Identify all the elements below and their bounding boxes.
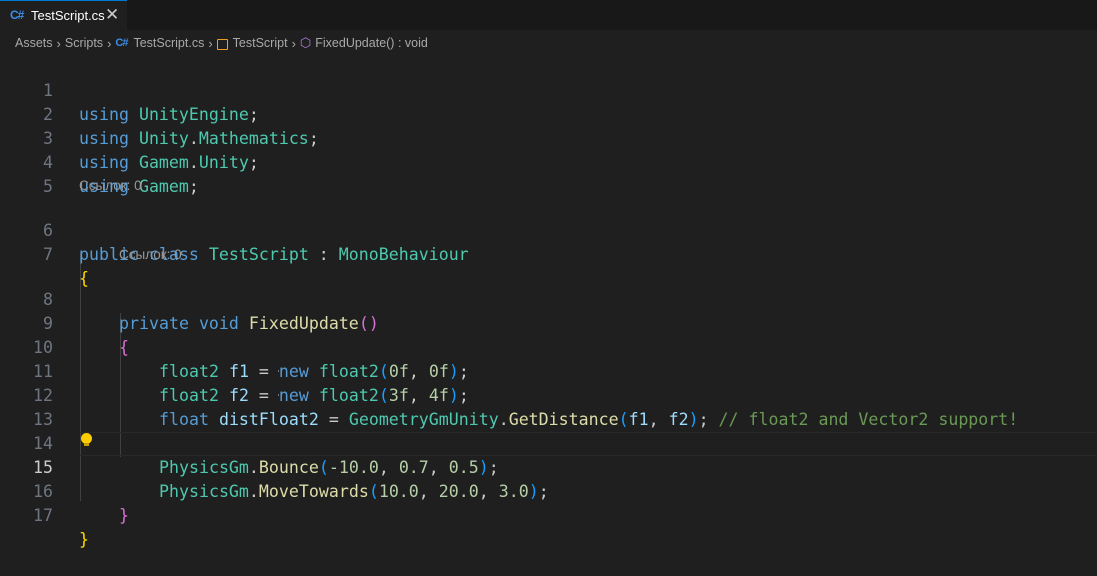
breadcrumb-item-class[interactable]: TestScript [233,36,288,50]
chevron-right-icon: › [208,35,213,51]
code-line: 7 { [0,219,1097,288]
close-icon[interactable]: ✕ [105,5,119,25]
code-line: 17 } [0,480,1097,549]
csharp-file-icon: C# [10,8,24,22]
breadcrumb-item-file[interactable]: TestScript.cs [133,36,204,50]
code-lens-references[interactable]: Ссылок: 0 [79,177,142,195]
code-line: 11 float2 f2 = new float2(3f, 4f); [0,336,1097,405]
code-line: 3 using Gamem.Unity; [0,103,1097,172]
code-line: 4 using Gamem; [0,127,1097,196]
code-line: 8 private void FixedUpdate() [0,264,1097,333]
breadcrumb-item-scripts[interactable]: Scripts [65,36,103,50]
breadcrumb-item-assets[interactable]: Assets [15,36,53,50]
token-bracket: } [119,506,129,525]
line-code: } [79,528,89,552]
token-punct: : [308,245,339,264]
code-editor[interactable]: 1 using UnityEngine; 2 using Unity.Mathe… [0,55,1097,560]
token-namespace: Gamem [138,177,189,196]
line-code: } [119,504,129,528]
code-line-active: 15 PhysicsGm.MoveTowards(10.0, 20.0, 3.0… [0,432,1097,501]
line-number: 17 [33,506,53,525]
token-type: MonoBehaviour [338,245,469,264]
chevron-right-icon: › [56,35,61,51]
tab-bar: C# TestScript.cs ✕ [0,0,1097,30]
chevron-right-icon: › [107,35,112,51]
token-bracket: } [79,530,89,549]
token-type: TestScript [208,245,309,264]
chevron-right-icon: › [291,35,296,51]
class-icon [216,38,228,50]
code-line: 12 float distFloat2 = GeometryGmUnity.Ge… [0,360,1097,429]
method-icon: ⬡ [299,35,312,50]
code-line: 2 using Unity.Mathematics; [0,79,1097,148]
code-line: 1 using UnityEngine; [0,55,1097,124]
code-lens-references[interactable]: Ссылок: 0 [119,246,182,264]
tab-testscript[interactable]: C# TestScript.cs ✕ [0,0,127,30]
code-line: 5 [0,151,1097,196]
csharp-file-icon: C# [115,37,128,49]
code-line: 14 PhysicsGm.Bounce(-10.0, 0.7, 0.5); [0,408,1097,477]
code-line: 10 float2 f1 = new float2(0f, 0f); [0,312,1097,381]
breadcrumb: Assets › Scripts › C# TestScript.cs › Te… [15,34,428,52]
tab-title: TestScript.cs [31,8,105,23]
code-line: 16 } [0,456,1097,525]
token-punct: ; [188,177,199,196]
breadcrumb-item-method[interactable]: FixedUpdate() : void [315,36,428,50]
code-line: 6 public class TestScript : MonoBehaviou… [0,195,1097,264]
code-line: 13 [0,384,1097,429]
code-line: 9 { [0,288,1097,357]
